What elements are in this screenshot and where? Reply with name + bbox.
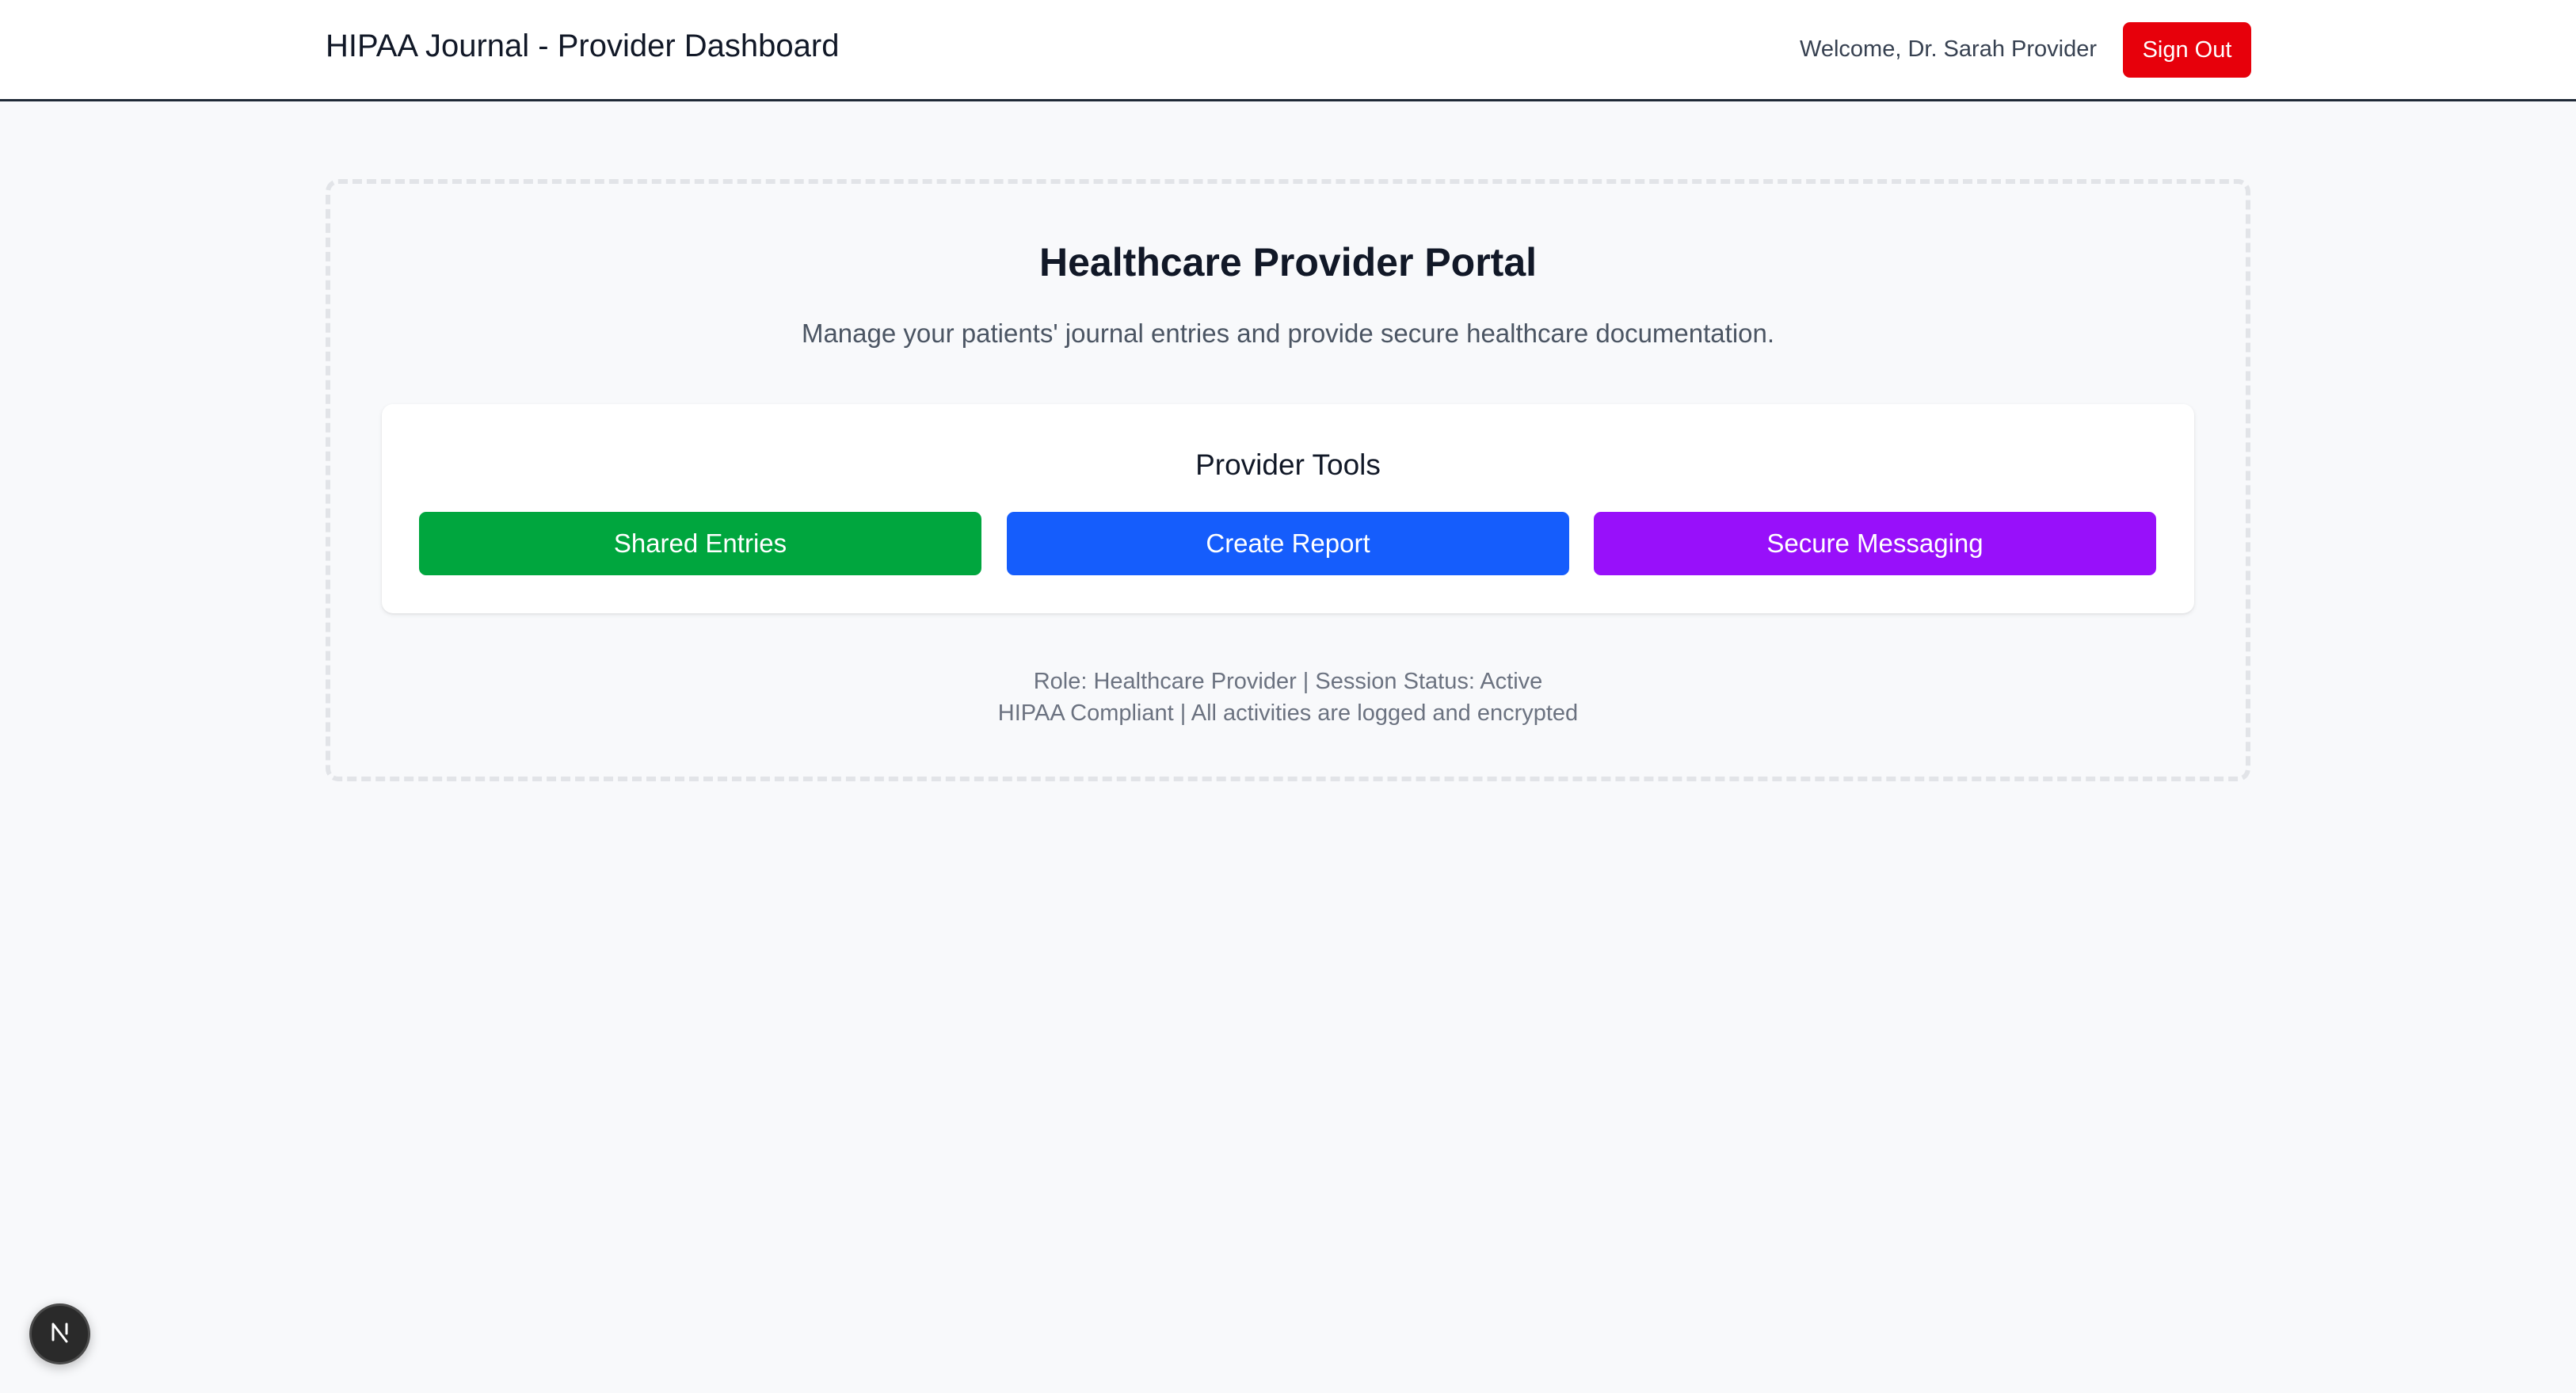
welcome-message: Welcome, Dr. Sarah Provider <box>1800 36 2097 62</box>
provider-tools-card: Provider Tools Shared Entries Create Rep… <box>382 404 2194 613</box>
next-logo-icon <box>46 1318 74 1350</box>
sign-out-button[interactable]: Sign Out <box>2123 22 2251 78</box>
role-status-text: Role: Healthcare Provider | Session Stat… <box>1033 669 1543 694</box>
secure-messaging-button[interactable]: Secure Messaging <box>1594 512 2156 575</box>
provider-portal-panel: Healthcare Provider Portal Manage your p… <box>326 179 2250 781</box>
app-title: HIPAA Journal - Provider Dashboard <box>326 29 840 63</box>
dev-tools-badge[interactable] <box>29 1303 90 1364</box>
top-header: HIPAA Journal - Provider Dashboard Welco… <box>0 0 2576 101</box>
shared-entries-button[interactable]: Shared Entries <box>419 512 981 575</box>
provider-tools-heading: Provider Tools <box>1195 448 1381 481</box>
page-title: Healthcare Provider Portal <box>1038 240 1538 284</box>
compliance-text: HIPAA Compliant | All activities are log… <box>997 700 1579 726</box>
page-description: Manage your patients' journal entries an… <box>801 319 1775 348</box>
session-info: Role: Healthcare Provider | Session Stat… <box>330 666 2246 729</box>
create-report-button[interactable]: Create Report <box>1007 512 1569 575</box>
